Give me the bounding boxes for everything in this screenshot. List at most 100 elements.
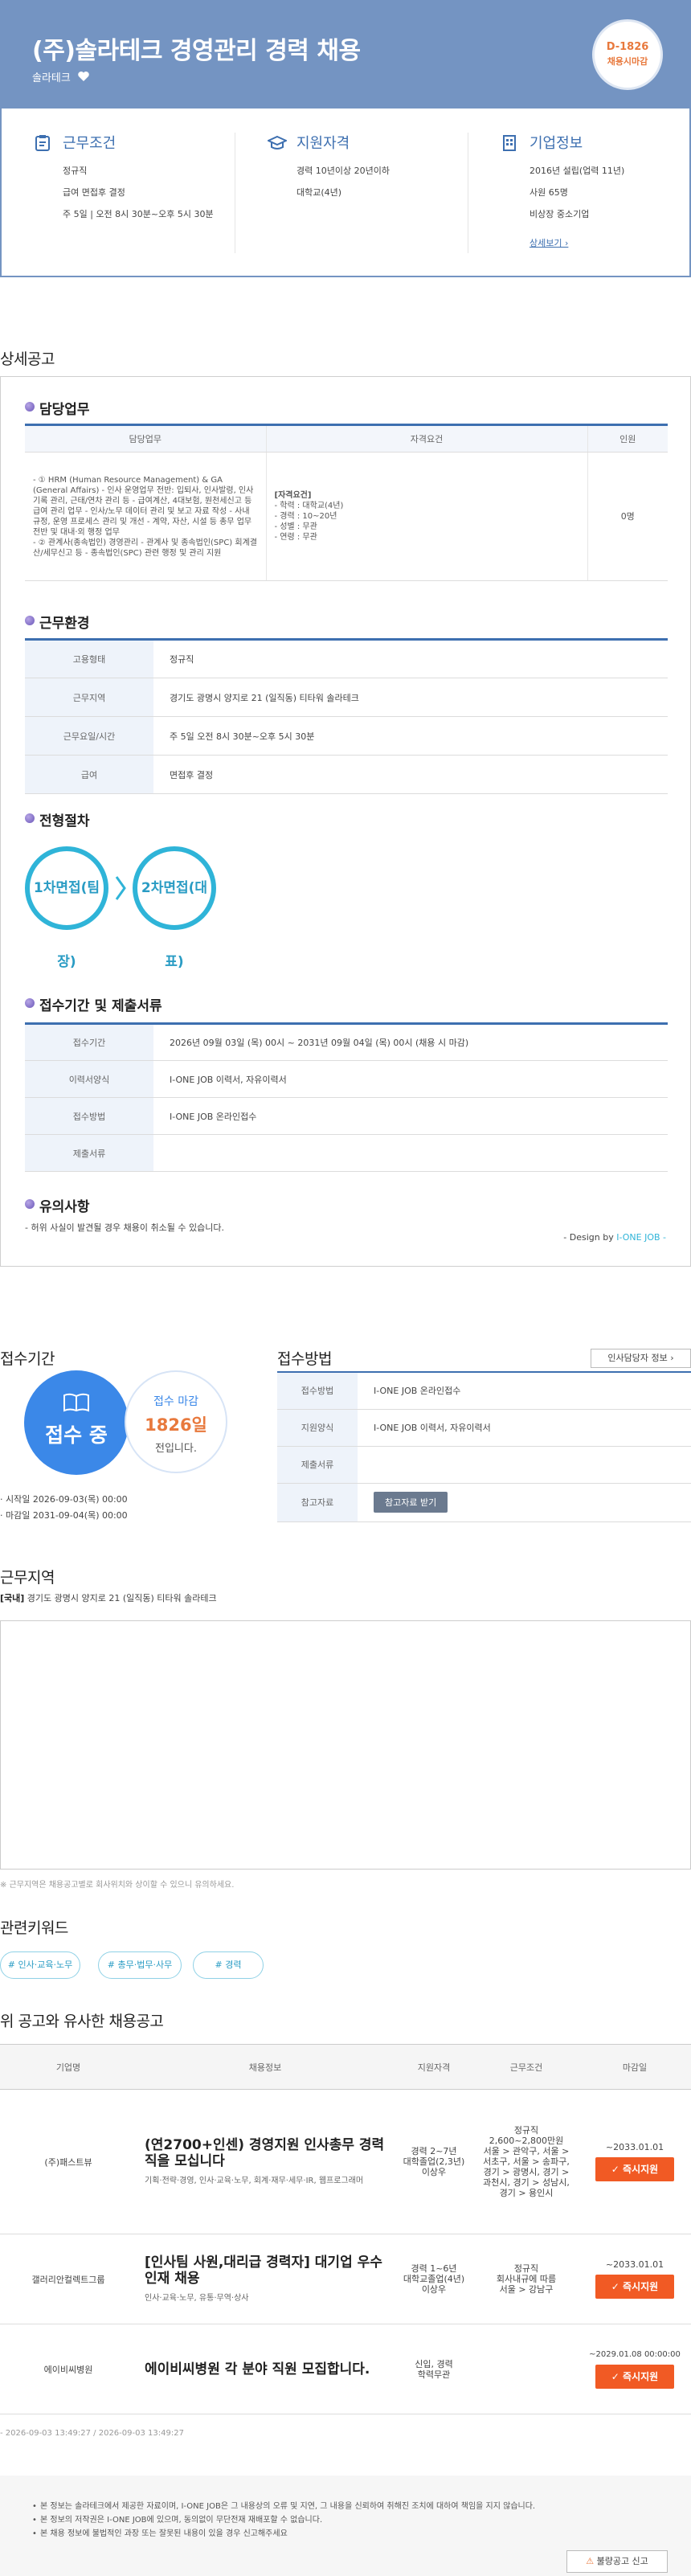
heart-icon[interactable] [77, 70, 90, 83]
chevron-right-icon [115, 876, 126, 900]
status-circle: 접수 중 [24, 1370, 129, 1475]
qual-cell: 경력 1~6년 대학교졸업(4년) 이상우 [394, 2234, 474, 2324]
req-line: - 연령 : 무관 [274, 533, 317, 542]
footer-notes: 본 정보는 솔라테크에서 제공한 자료이며, I-ONE JOB은 그 내용상의… [0, 2476, 691, 2576]
submission-table: 접수기간 2026년 09월 03일 (목) 00시 ~ 2031년 09월 04… [25, 1022, 668, 1172]
table-row[interactable]: 갤러리안컬렉트그룹 [인사팀 사원,대리급 경력자] 대기업 우수인재 채용 인… [0, 2234, 691, 2324]
method-label: 제출서류 [277, 1446, 358, 1484]
method-value: I-ONE JOB 이력서, 자유이력서 [358, 1409, 691, 1447]
sub-label: 접수방법 [25, 1097, 153, 1135]
similar-job-title[interactable]: 에이비씨병원 각 분야 직원 모집합니다. [145, 2361, 386, 2377]
period-title: 접수기간 [0, 1350, 55, 1368]
env-value: 면접후 결정 [153, 755, 668, 794]
footer-note: 본 정보의 저작권은 I-ONE JOB에 있으며, 동의없이 무단전재 재배포… [32, 2513, 535, 2527]
similar-job-title[interactable]: (연2700+인센) 경영지원 인사총무 경력직을 모십니다 [145, 2137, 386, 2169]
company-cell[interactable]: (주)패스트뷰 [0, 2089, 137, 2234]
similar-header: 근무조건 [474, 2044, 579, 2090]
report-posting-button[interactable]: ⚠ 불량공고 신고 [566, 2550, 668, 2573]
process-step-2: 2차면접(대표) [133, 846, 216, 970]
keywords-title: 관련키워드 [0, 1919, 68, 1937]
similar-header: 마감일 [579, 2044, 691, 2090]
apply-now-button[interactable]: ✓ 즉시지원 [595, 2365, 674, 2389]
condition-line: 주 5일 | 오전 8시 30분~오후 5시 30분 [63, 209, 214, 219]
status-text: 접수 중 [45, 1423, 108, 1447]
job-header: (주)솔라테크 경영관리 경력 채용 솔라테크 D-1826 채용시마감 근무조… [0, 0, 691, 277]
condition-cell: 정규직 회사내규에 따름 서울 > 강남구 [474, 2234, 579, 2324]
duty-task-cell: - ① HRM (Human Resource Management) & GA… [25, 452, 267, 581]
brand-link[interactable]: I-ONE JOB - [616, 1232, 666, 1243]
sub-value: I-ONE JOB 온라인접수 [153, 1097, 668, 1135]
location-note: ※ 근무지역은 채용공고별로 회사위치와 상이할 수 있으니 유의하세요. [0, 1881, 235, 1890]
sub-label: 제출서류 [25, 1134, 153, 1172]
qualification-heading: 지원자격 [268, 133, 452, 155]
req-line: - 경력 : 10~20년 [274, 512, 337, 521]
company-info-column: 기업정보 2016년 설립(업력 11년) 사원 65명 비상장 중소기업 상세… [468, 133, 685, 253]
posting-dates: - 2026-09-03 13:49:27 / 2026-09-03 13:49… [0, 2429, 184, 2438]
company-info-line: 비상장 중소기업 [529, 209, 590, 219]
sub-value: 2026년 09월 03일 (목) 00시 ~ 2031년 09월 04일 (목… [153, 1023, 668, 1061]
company-name-row: 솔라테크 [32, 69, 90, 84]
sub-value [153, 1134, 668, 1172]
notes-text: - 허위 사실이 발견될 경우 채용이 취소될 수 있습니다. [25, 1222, 224, 1233]
environment-title: 근무환경 [25, 612, 90, 632]
design-credit: - Design by I-ONE JOB - [563, 1232, 666, 1243]
footer-note: 본 정보는 솔라테크에서 제공한 자료이며, I-ONE JOB은 그 내용상의… [32, 2500, 535, 2513]
duty-header: 인원 [587, 424, 668, 453]
apply-now-button[interactable]: ✓ 즉시지원 [595, 2275, 674, 2299]
similar-header: 채용정보 [137, 2044, 394, 2090]
condition-cell [474, 2324, 579, 2414]
table-row[interactable]: (주)패스트뷰 (연2700+인센) 경영지원 인사총무 경력직을 모십니다 기… [0, 2089, 691, 2234]
sub-value: I-ONE JOB 이력서, 자유이력서 [153, 1060, 668, 1098]
qual-cell: 신입, 경력 학력무관 [394, 2324, 474, 2414]
deadline-label: 접수 마감 [153, 1395, 198, 1408]
condition-line: 급여 면접후 결정 [63, 187, 125, 198]
keyword-tag[interactable]: # 인사·교육·노무 [0, 1951, 80, 1979]
job-info-cell[interactable]: (연2700+인센) 경영지원 인사총무 경력직을 모십니다 기획·전략·경영,… [137, 2089, 394, 2234]
duty-header: 담당업무 [25, 424, 267, 453]
env-label: 근무요일/시간 [25, 716, 153, 756]
keyword-tag[interactable]: # 총무·법무·사무 [98, 1951, 182, 1979]
similar-job-title[interactable]: [인사팀 사원,대리급 경력자] 대기업 우수인재 채용 [145, 2255, 386, 2287]
apply-now-button[interactable]: ✓ 즉시지원 [595, 2157, 674, 2181]
duty-req-cell: [자격요건] - 학력 : 대학교(4년) - 경력 : 10~20년 - 성별… [266, 452, 588, 581]
clipboard-icon [35, 135, 50, 151]
env-label: 근무지역 [25, 678, 153, 717]
job-info-cell[interactable]: 에이비씨병원 각 분야 직원 모집합니다. [137, 2324, 394, 2414]
company-cell[interactable]: 갤러리안컬렉트그룹 [0, 2234, 137, 2324]
table-row[interactable]: 에이비씨병원 에이비씨병원 각 분야 직원 모집합니다. 신입, 경력 학력무관… [0, 2324, 691, 2414]
dday-count: D-1826 [606, 41, 649, 53]
keyword-tag[interactable]: # 경력 [193, 1951, 264, 1979]
qualification-column: 지원자격 경력 10년이상 20년이하 대학교(4년) [235, 133, 452, 253]
deadline-date: ~2033.01.01 [605, 2142, 664, 2152]
method-title: 접수방법 [277, 1350, 332, 1368]
company-info-heading: 기업정보 [501, 133, 685, 155]
similar-header: 지원자격 [394, 2044, 474, 2090]
job-title: (주)솔라테크 경영관리 경력 채용 [32, 37, 361, 65]
company-detail-link[interactable]: 상세보기 › [501, 236, 685, 249]
condition-line: 정규직 [63, 166, 88, 176]
book-icon [63, 1393, 89, 1412]
footer-note: 본 채용 정보에 불법적인 과장 또는 잘못된 내용이 있을 경우 신고해주세요 [32, 2527, 535, 2541]
detail-section-title: 상세공고 [0, 350, 55, 368]
map-area[interactable] [0, 1620, 691, 1870]
company-name[interactable]: 솔라테크 [32, 72, 71, 84]
job-info-cell[interactable]: [인사팀 사원,대리급 경력자] 대기업 우수인재 채용 인사·교육·노무, 유… [137, 2234, 394, 2324]
deadline-cell: ~2029.01.08 00:00:00 ✓ 즉시지원 [579, 2324, 691, 2414]
company-cell[interactable]: 에이비씨병원 [0, 2324, 137, 2414]
summary-box: 근무조건 정규직 급여 면접후 결정 주 5일 | 오전 8시 30분~오후 5… [0, 109, 691, 277]
env-value: 경기도 광명시 양지로 21 (일직동) 티타워 솔라테크 [153, 678, 668, 717]
similar-header: 기업명 [0, 2044, 137, 2090]
req-line: - 학력 : 대학교(4년) [274, 502, 344, 510]
alert-icon: ⚠ [586, 2556, 595, 2566]
conditions-column: 근무조건 정규직 급여 면접후 결정 주 5일 | 오전 8시 30분~오후 5… [34, 133, 251, 253]
qual-cell: 경력 2~7년 대학졸업(2,3년) 이상우 [394, 2089, 474, 2234]
method-label: 참고자료 [277, 1483, 358, 1522]
deadline-cell: ~2033.01.01 ✓ 즉시지원 [579, 2234, 691, 2324]
notes-title: 유의사항 [25, 1195, 90, 1215]
reference-download-button[interactable]: 참고자료 받기 [374, 1492, 448, 1513]
start-date: · 시작일 2026-09-03(목) 00:00 [0, 1494, 128, 1505]
sub-label: 이력서양식 [25, 1060, 153, 1098]
graduation-cap-icon [268, 135, 287, 149]
environment-table: 고용형태 정규직 근무지역 경기도 광명시 양지로 21 (일직동) 티타워 솔라테… [25, 638, 668, 794]
manager-info-button[interactable]: 인사담당자 정보 › [591, 1349, 691, 1368]
